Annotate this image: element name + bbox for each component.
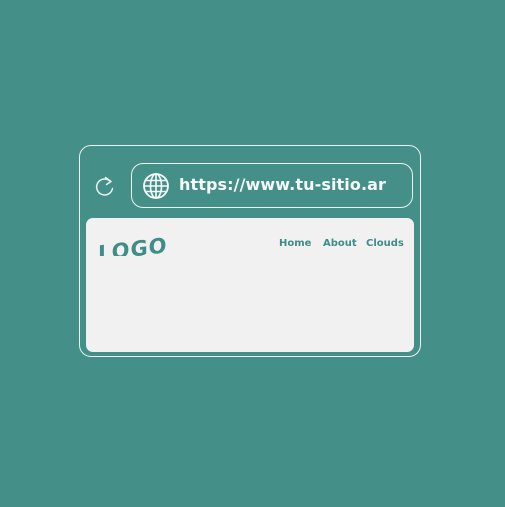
logo[interactable]: LOGO: [96, 228, 180, 256]
nav-about-link[interactable]: About: [323, 238, 357, 249]
nav-clouds-link[interactable]: Clouds: [366, 238, 404, 249]
svg-text:LOGO: LOGO: [98, 232, 168, 256]
url-text[interactable]: https://www.tu-sitio.ar: [179, 175, 386, 194]
nav-home-link[interactable]: Home: [279, 238, 311, 249]
reload-icon[interactable]: [93, 173, 117, 199]
globe-icon: [143, 173, 169, 199]
